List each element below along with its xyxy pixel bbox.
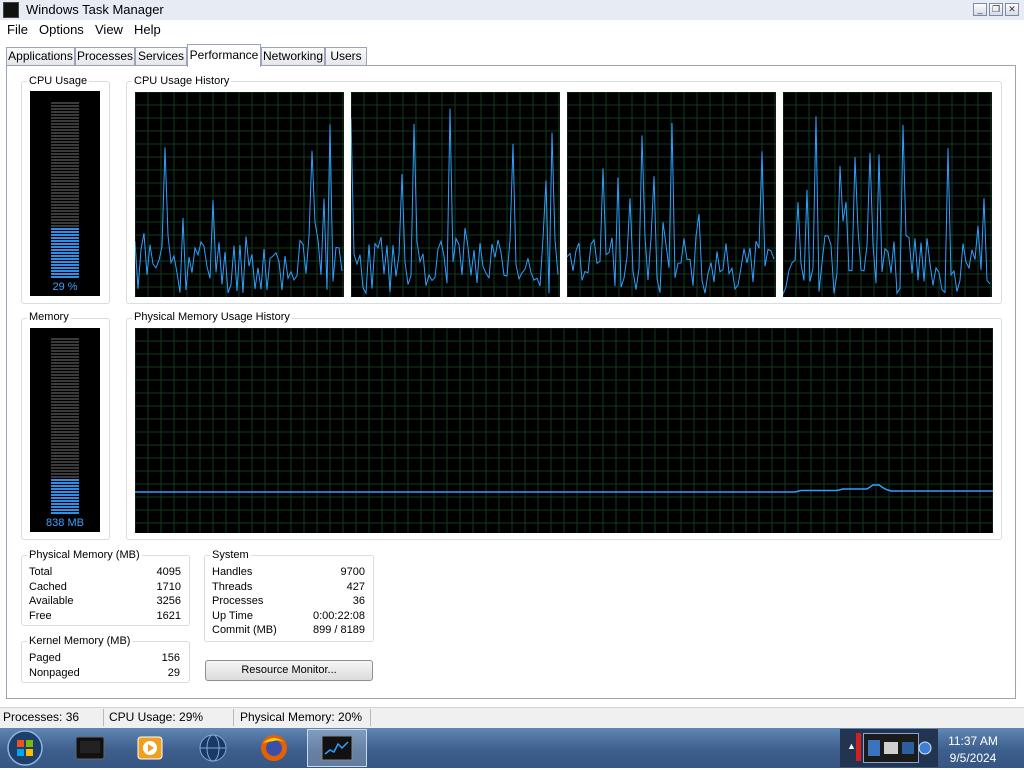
memory-history-graph (135, 328, 993, 533)
cpu-meter (30, 91, 100, 296)
stat-value-handles: 9700 (340, 566, 365, 578)
tab-networking[interactable]: Networking (261, 47, 325, 65)
stat-label-processes: Processes (212, 595, 264, 607)
cpu-core-2-graph (351, 92, 560, 297)
minimize-button[interactable]: _ (973, 3, 987, 16)
status-physical-memory: Physical Memory: 20% (240, 710, 363, 724)
stat-label-threads: Threads (212, 581, 253, 593)
stat-value-free: 1621 (156, 610, 181, 622)
memory-meter (30, 328, 100, 532)
performance-graph-icon[interactable] (307, 729, 367, 767)
tray-preview-icon[interactable] (863, 733, 919, 763)
start-orb-icon[interactable] (5, 729, 45, 767)
stat-label-free: Free (29, 610, 52, 622)
stat-value-processes: 36 (352, 595, 365, 607)
status-separator (233, 709, 234, 726)
stat-label-total: Total (29, 566, 53, 578)
cpu-core-1-graph (135, 92, 344, 297)
status-cpu-usage: CPU Usage: 29% (109, 710, 204, 724)
menu-help[interactable]: Help (134, 22, 161, 37)
menu-file[interactable]: File (7, 22, 28, 37)
memory-value-text: 838 MB (46, 517, 84, 529)
tab-users[interactable]: Users (325, 47, 367, 65)
clock-time[interactable]: 11:37 AM (938, 734, 1008, 748)
stat-value-commit: 899 / 8189 (313, 624, 365, 636)
tray-chevron-icon[interactable]: ▲ (847, 741, 856, 751)
network-icon[interactable] (917, 740, 933, 756)
clock-date[interactable]: 9/5/2024 (938, 751, 1008, 765)
cpu-core-3-graph (567, 92, 776, 297)
cpu-usage-label: CPU Usage (27, 75, 90, 87)
close-button[interactable]: ✕ (1005, 3, 1019, 16)
stat-label-cached: Cached (29, 581, 67, 593)
stat-label-available: Available (29, 595, 74, 607)
stat-value-uptime: 0:00:22:08 (313, 610, 365, 622)
tab-processes[interactable]: Processes (75, 47, 135, 65)
task-manager-icon[interactable] (70, 731, 110, 765)
network-globe-icon[interactable] (193, 731, 233, 765)
tab-applications[interactable]: Applications (6, 47, 75, 65)
menu-view[interactable]: View (95, 22, 123, 37)
cpu-history-label: CPU Usage History (132, 75, 232, 87)
stat-label-handles: Handles (212, 566, 253, 578)
stat-value-paged: 156 (161, 652, 180, 664)
system-title: System (210, 549, 251, 561)
status-processes: Processes: 36 (3, 710, 80, 724)
app-icon (3, 2, 19, 18)
stat-label-commit: Commit (MB) (212, 624, 277, 636)
memory-meter-bars (51, 338, 79, 514)
media-player-icon[interactable] (130, 731, 170, 765)
stat-value-threads: 427 (346, 581, 365, 593)
stat-value-nonpaged: 29 (167, 667, 180, 679)
cpu-percent-text: 29 % (52, 281, 78, 293)
stat-label-paged: Paged (29, 652, 61, 664)
stat-value-cached: 1710 (156, 581, 181, 593)
memory-history-label: Physical Memory Usage History (132, 311, 292, 323)
stat-label-nonpaged: Nonpaged (29, 667, 80, 679)
firefox-icon[interactable] (254, 731, 294, 765)
cpu-core-4-graph (783, 92, 992, 297)
kernel-memory-title: Kernel Memory (MB) (27, 635, 133, 647)
tray-flag-icon[interactable] (856, 733, 861, 761)
window-title: Windows Task Manager (26, 2, 164, 17)
status-separator (370, 709, 371, 726)
tab-performance[interactable]: Performance (187, 44, 261, 67)
resource-monitor-button[interactable]: Resource Monitor... (205, 660, 373, 681)
tab-services[interactable]: Services (135, 47, 187, 65)
status-separator (103, 709, 104, 726)
cpu-meter-bars (51, 102, 79, 278)
stat-value-available: 3256 (156, 595, 181, 607)
stat-value-total: 4095 (156, 566, 181, 578)
restore-button[interactable]: ❐ (989, 3, 1003, 16)
physical-memory-title: Physical Memory (MB) (27, 549, 142, 561)
menu-options[interactable]: Options (39, 22, 84, 37)
memory-label: Memory (27, 311, 71, 323)
stat-label-uptime: Up Time (212, 610, 253, 622)
